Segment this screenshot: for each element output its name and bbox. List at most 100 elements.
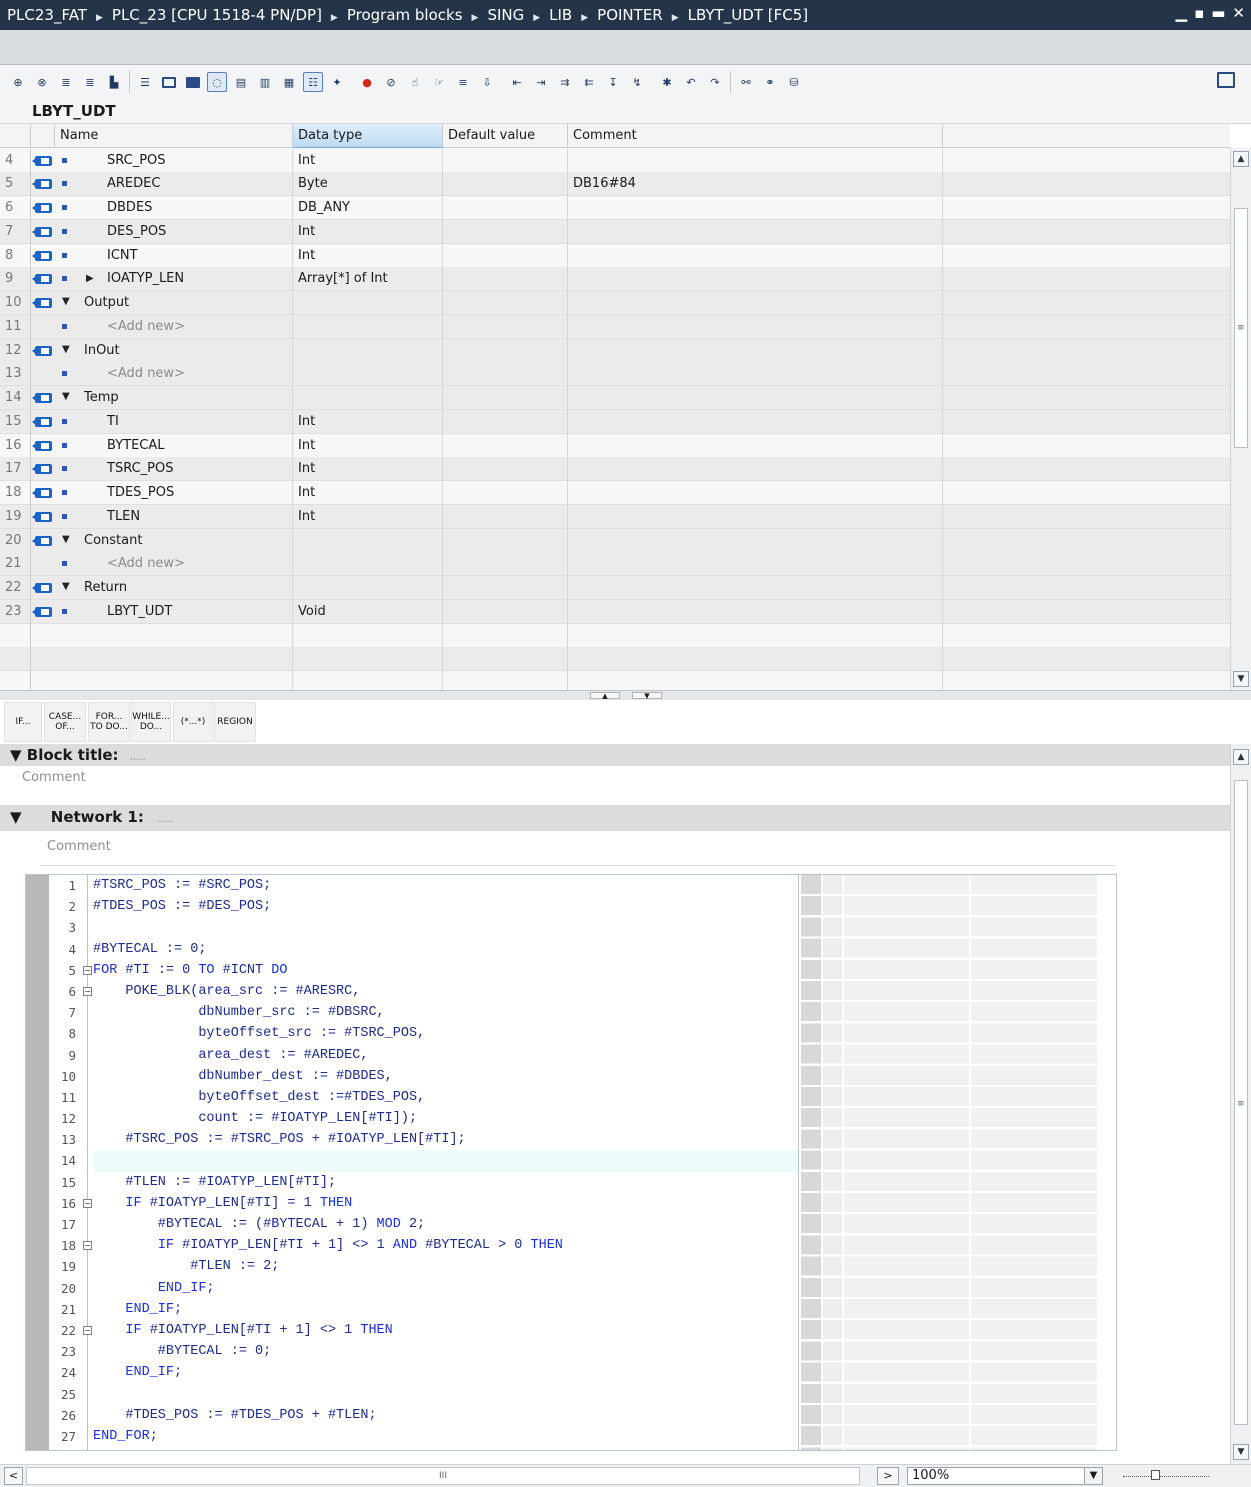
code-line[interactable]: END_FOR; [93,1426,798,1447]
hand-icon[interactable]: ☝ [405,72,425,92]
empty-cell[interactable] [55,671,293,690]
param-default-value[interactable] [443,481,568,505]
breadcrumb-item[interactable]: POINTER [597,6,663,24]
empty-cell[interactable] [443,647,568,672]
bookmark-icon[interactable]: ▦ [279,72,299,92]
param-name[interactable]: LBYT_UDT [55,599,293,624]
interface-section-row[interactable]: 20 ▼ Constant [0,528,1230,553]
interface-row[interactable]: 11 <Add new> [0,314,1230,339]
scl-template-button[interactable]: FOR... TO DO... [88,702,130,742]
param-data-type[interactable]: Int [293,433,443,458]
code-line[interactable]: dbNumber_dest := #DBDES, [93,1066,798,1087]
param-name[interactable]: DES_POS [55,219,293,244]
return-icon[interactable]: ↷ [705,72,725,92]
param-default-value[interactable] [443,362,568,387]
param-data-type[interactable]: Int [293,219,443,244]
empty-row[interactable] [0,671,1230,690]
param-default-value[interactable] [443,338,568,363]
expand-icon[interactable]: ▤ [231,72,251,92]
breadcrumb-item[interactable]: PLC23_FAT [7,6,87,24]
empty-cell[interactable] [443,623,568,648]
param-data-type[interactable] [293,338,443,363]
code-line[interactable]: #BYTECAL := 0; [93,1341,798,1362]
indent-icon[interactable]: ☰ [135,72,155,92]
code-line[interactable]: #TLEN := 2; [93,1256,798,1277]
fold-toggle-icon[interactable]: − [83,965,92,975]
header-default-value[interactable]: Default value [443,124,568,148]
breadcrumb-item[interactable]: LIB [549,6,572,24]
code-line[interactable] [93,1150,798,1172]
window-icon[interactable] [159,72,179,92]
interface-row[interactable]: 18 TDES_POS Int [0,481,1230,505]
param-comment[interactable] [568,219,943,244]
param-default-value[interactable] [443,219,568,244]
split-up-icon[interactable]: ▲ [590,692,620,700]
param-default-value[interactable] [443,172,568,197]
float-icon[interactable]: ▬ [1211,4,1225,22]
param-data-type[interactable] [293,291,443,315]
param-data-type[interactable] [293,576,443,600]
code-line[interactable]: byteOffset_dest :=#TDES_POS, [93,1087,798,1108]
empty-cell[interactable] [293,647,443,672]
param-data-type[interactable]: Byte [293,172,443,197]
scroll-down-icon[interactable]: ▼ [1233,671,1249,687]
header-data-type[interactable]: Data type [293,124,443,148]
param-comment[interactable] [568,433,943,458]
scl-template-button[interactable]: REGION [214,702,256,742]
horizontal-scrollbar[interactable]: III [26,1467,860,1485]
param-default-value[interactable] [443,314,568,339]
empty-cell[interactable] [568,671,943,690]
add-row-icon[interactable]: ⊗ [32,72,52,92]
jump-icon[interactable]: ↶ [681,72,701,92]
comments-toggle-icon[interactable]: ◌ [207,72,227,92]
collapse-icon[interactable]: ▼ [10,808,22,826]
code-lines[interactable]: #TSRC_POS := #SRC_POS; #TDES_POS := #DES_… [93,875,798,1447]
run-icon[interactable]: ↯ [627,72,647,92]
code-line[interactable]: #TLEN := #IOATYP_LEN[#TI]; [93,1172,798,1193]
interface-section-row[interactable]: 22 ▼ Return [0,576,1230,600]
param-comment[interactable] [568,314,943,339]
scl-editor[interactable]: 1 2 3 4 5 6 7 8 9 10 11 12 13 14 15 16 17 18 19 20 21 22 23 24 2… [25,874,1117,1451]
list-icon[interactable]: ≡ [453,72,473,92]
param-name[interactable]: Constant [55,528,293,553]
fold-toggle-icon[interactable]: − [83,1241,92,1251]
code-line[interactable]: area_dest := #AREDEC, [93,1045,798,1066]
code-line[interactable]: IF #IOATYP_LEN[#TI] = 1 THEN [93,1193,798,1214]
header-comment[interactable]: Comment [568,124,943,148]
param-name[interactable]: TLEN [55,504,293,529]
close-icon[interactable]: ✕ [1232,4,1245,22]
param-comment[interactable] [568,457,943,482]
breadcrumb-item[interactable]: LBYT_UDT [FC5] [688,6,808,24]
param-data-type[interactable]: Int [293,481,443,505]
delete-breakpoint-icon[interactable]: ⊘ [381,72,401,92]
interface-vertical-scrollbar[interactable]: ▲ ≡ ▼ [1230,148,1251,690]
interface-row[interactable]: 21 <Add new> [0,552,1230,577]
param-default-value[interactable] [443,599,568,624]
param-default-value[interactable] [443,528,568,553]
minimize-icon[interactable]: ▁ [1176,4,1188,22]
delete-network-icon[interactable]: ≣ [80,72,100,92]
compare-icon[interactable]: ⚯ [736,72,756,92]
param-comment[interactable] [568,599,943,624]
param-default-value[interactable] [443,196,568,220]
code-line[interactable]: END_IF; [93,1299,798,1320]
param-data-type[interactable] [293,528,443,553]
param-data-type[interactable]: Array[*] of Int [293,267,443,292]
call-icon[interactable]: ☞ [429,72,449,92]
param-name[interactable]: DBDES [55,196,293,220]
param-comment[interactable] [568,148,943,173]
code-line[interactable]: dbNumber_src := #DBSRC, [93,1002,798,1023]
param-data-type[interactable] [293,362,443,387]
param-name[interactable]: ICNT [55,243,293,268]
step-icon[interactable]: ↧ [603,72,623,92]
scroll-up-icon[interactable]: ▲ [1233,151,1249,167]
block-title-value[interactable]: ..... [130,752,146,763]
download-icon[interactable]: ⇩ [477,72,497,92]
breakpoint-icon[interactable]: ● [357,72,377,92]
scroll-right-icon[interactable]: > [877,1467,899,1485]
interface-row[interactable]: 5 AREDEC Byte DB16#84 [0,172,1230,197]
insert-network-icon[interactable]: ≣ [56,72,76,92]
absolute-operands-icon[interactable]: ☷ [303,72,323,92]
empty-cell[interactable] [568,623,943,648]
scroll-down-icon[interactable]: ▼ [1233,1444,1249,1460]
